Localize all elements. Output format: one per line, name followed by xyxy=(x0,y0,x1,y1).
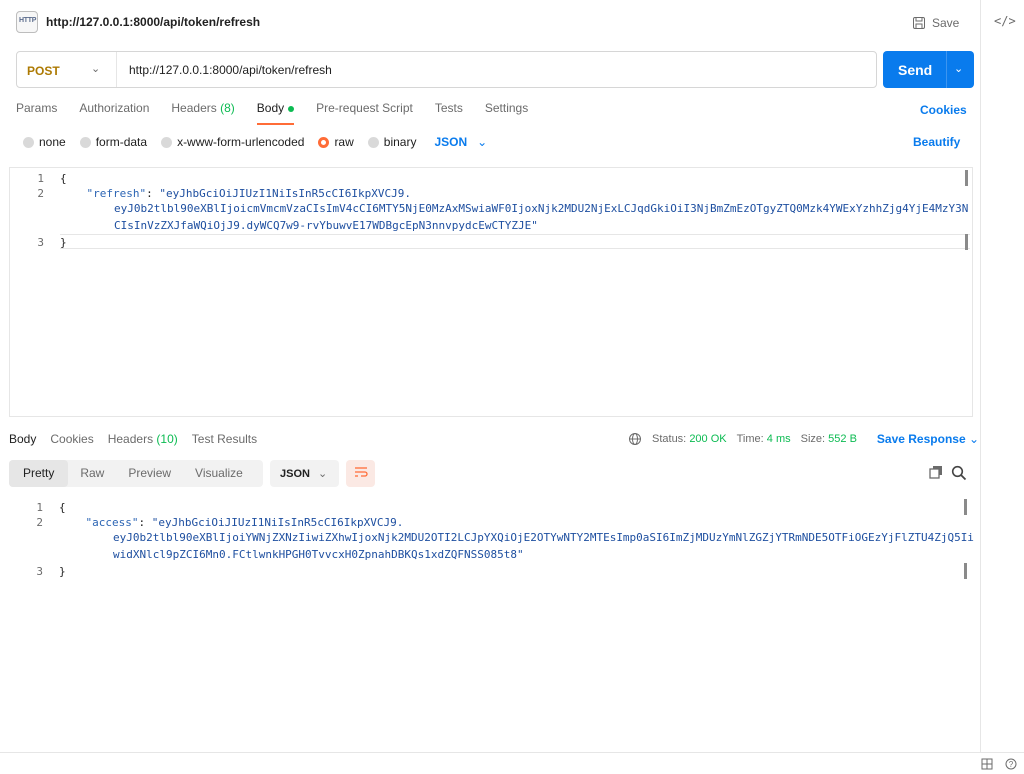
body-type-options: none form-data x-www-form-urlencoded raw… xyxy=(23,135,487,149)
tab-headers[interactable]: Headers (8) xyxy=(171,101,234,125)
response-body-viewer[interactable]: 1 2 3 { "access": "eyJhbGciOiJIUzI1NiIsI… xyxy=(9,497,974,747)
time-info[interactable]: Time: 4 ms xyxy=(737,433,791,445)
response-meta: Status: 200 OK Time: 4 ms Size: 552 B Sa… xyxy=(628,432,979,446)
line-number: 1 xyxy=(37,172,44,185)
tab-test-results[interactable]: Test Results xyxy=(192,432,257,446)
radio-circle xyxy=(161,136,173,148)
chevron-down-icon: ⌄ xyxy=(477,135,488,149)
radio-none[interactable]: none xyxy=(23,135,66,149)
body-format-select[interactable]: JSON ⌄ xyxy=(434,135,487,149)
radio-circle xyxy=(23,136,34,148)
chevron-down-icon: ⌄ xyxy=(968,432,980,446)
method-select[interactable]: POST ⌄ xyxy=(17,52,117,87)
tab-settings[interactable]: Settings xyxy=(485,101,528,125)
scroll-marker xyxy=(965,234,968,250)
chevron-down-icon[interactable]: ⌄ xyxy=(954,62,963,75)
tab-response-cookies[interactable]: Cookies xyxy=(50,432,93,446)
cookies-link[interactable]: Cookies xyxy=(920,103,967,117)
view-raw[interactable]: Raw xyxy=(68,460,116,487)
request-body-editor[interactable]: 1 2 3 { "refresh": "eyJhbGciOiJIUzI1NiIs… xyxy=(9,167,973,417)
tab-body[interactable]: Body xyxy=(256,101,295,125)
view-preview[interactable]: Preview xyxy=(116,460,183,487)
http-request-icon: HTTP xyxy=(16,11,38,33)
svg-text:?: ? xyxy=(1009,760,1014,769)
scrollbar[interactable] xyxy=(964,499,967,515)
body-indicator-dot xyxy=(288,105,295,112)
json-key: "refresh" xyxy=(86,187,147,200)
json-string-wrap: widXNlcl9pZCI6Mn0.FCtlwnkHPGH0TvvcxH0Zpn… xyxy=(113,548,524,561)
radio-form-data[interactable]: form-data xyxy=(79,135,147,149)
save-button[interactable]: Save xyxy=(912,14,959,32)
json-string-wrap: CIsInVzZXJfaWQiOjJ9.dyWCQ7w9-rvYbuwvE17W… xyxy=(114,219,538,232)
time-value: 4 ms xyxy=(766,433,791,445)
save-label: Save xyxy=(932,16,960,30)
help-icon[interactable]: ? xyxy=(1005,758,1017,770)
json-string-wrap: eyJ0b2tlbl90eXBlIjoiYWNjZXNzIiwiZXhwIjox… xyxy=(113,531,974,544)
save-icon xyxy=(913,17,925,29)
json-string: "eyJhbGciOiJIUzI1NiIsInR5cCI6IkpXVCJ9. xyxy=(151,516,404,529)
line-number: 2 xyxy=(37,187,44,200)
response-view-tabs: Pretty Raw Preview Visualize xyxy=(9,460,263,487)
status-info[interactable]: Status: 200 OK xyxy=(652,433,727,445)
copy-icon[interactable] xyxy=(929,465,943,479)
line-number: 2 xyxy=(36,516,43,529)
code-line: "refresh": "eyJhbGciOiJIUzI1NiIsInR5cCI6… xyxy=(86,187,412,200)
code-line: } xyxy=(60,236,67,249)
scrollbar[interactable] xyxy=(965,170,968,186)
radio-raw[interactable]: raw xyxy=(318,135,354,149)
tab-response-headers[interactable]: Headers (10) xyxy=(108,432,178,446)
json-key: "access" xyxy=(85,516,139,529)
code-snippet-icon[interactable]: </> xyxy=(994,14,1016,28)
json-string: "eyJhbGciOiJIUzI1NiIsInR5cCI6IkpXVCJ9. xyxy=(159,187,412,200)
save-response-button[interactable]: Save Response ⌄ xyxy=(877,432,979,446)
send-button[interactable]: Send ⌄ xyxy=(883,51,974,88)
status-bar: ? xyxy=(0,752,1024,774)
method-label: POST xyxy=(27,64,60,78)
code-line: } xyxy=(59,565,66,578)
line-number: 3 xyxy=(37,236,44,249)
view-pretty[interactable]: Pretty xyxy=(9,460,69,487)
headers-count: (8) xyxy=(220,101,235,115)
title-bar: HTTP http://127.0.0.1:8000/api/token/ref… xyxy=(0,0,980,44)
request-title[interactable]: http://127.0.0.1:8000/api/token/refresh xyxy=(46,15,260,29)
url-input[interactable] xyxy=(129,63,829,77)
tab-tests[interactable]: Tests xyxy=(435,101,463,125)
status-value: 200 OK xyxy=(689,433,727,445)
tab-response-body[interactable]: Body xyxy=(9,432,36,446)
line-number: 1 xyxy=(36,501,43,514)
response-format-select[interactable]: JSON ⌄ xyxy=(270,460,339,487)
json-string-wrap: eyJ0b2tlbl90eXBlIjoicmVmcmVzaCIsImV4cCI6… xyxy=(114,202,969,215)
code-line: "access": "eyJhbGciOiJIUzI1NiIsInR5cCI6I… xyxy=(85,516,404,529)
line-number: 3 xyxy=(36,565,43,578)
size-info[interactable]: Size: 552 B xyxy=(801,433,857,445)
tab-params[interactable]: Params xyxy=(16,101,57,125)
radio-circle xyxy=(367,136,379,148)
code-line: { xyxy=(60,172,67,185)
radio-circle-selected xyxy=(318,136,330,148)
request-tabs: Params Authorization Headers (8) Body Pr… xyxy=(16,101,528,125)
globe-icon[interactable] xyxy=(628,432,642,446)
right-sidebar: </> xyxy=(980,0,1024,752)
chevron-down-icon: ⌄ xyxy=(318,468,328,480)
search-icon[interactable] xyxy=(951,465,967,481)
response-tabs: Body Cookies Headers (10) Test Results xyxy=(9,432,257,446)
radio-binary[interactable]: binary xyxy=(367,135,416,149)
view-visualize[interactable]: Visualize xyxy=(183,460,255,487)
current-line-highlight xyxy=(60,234,970,249)
beautify-button[interactable]: Beautify xyxy=(913,135,960,149)
send-label: Send xyxy=(898,62,933,78)
tab-authorization[interactable]: Authorization xyxy=(79,101,149,125)
size-value: 552 B xyxy=(828,433,857,445)
send-divider xyxy=(946,51,947,88)
scroll-marker xyxy=(964,563,967,579)
radio-circle xyxy=(79,136,91,148)
url-bar: POST ⌄ xyxy=(16,51,877,88)
response-headers-count: (10) xyxy=(156,432,178,446)
radio-x-www-form-urlencoded[interactable]: x-www-form-urlencoded xyxy=(161,135,304,149)
layout-icon[interactable] xyxy=(981,758,993,770)
wrap-lines-icon[interactable] xyxy=(346,460,375,487)
chevron-down-icon: ⌄ xyxy=(91,63,101,75)
tab-pre-request-script[interactable]: Pre-request Script xyxy=(316,101,413,125)
code-line: { xyxy=(59,501,66,514)
